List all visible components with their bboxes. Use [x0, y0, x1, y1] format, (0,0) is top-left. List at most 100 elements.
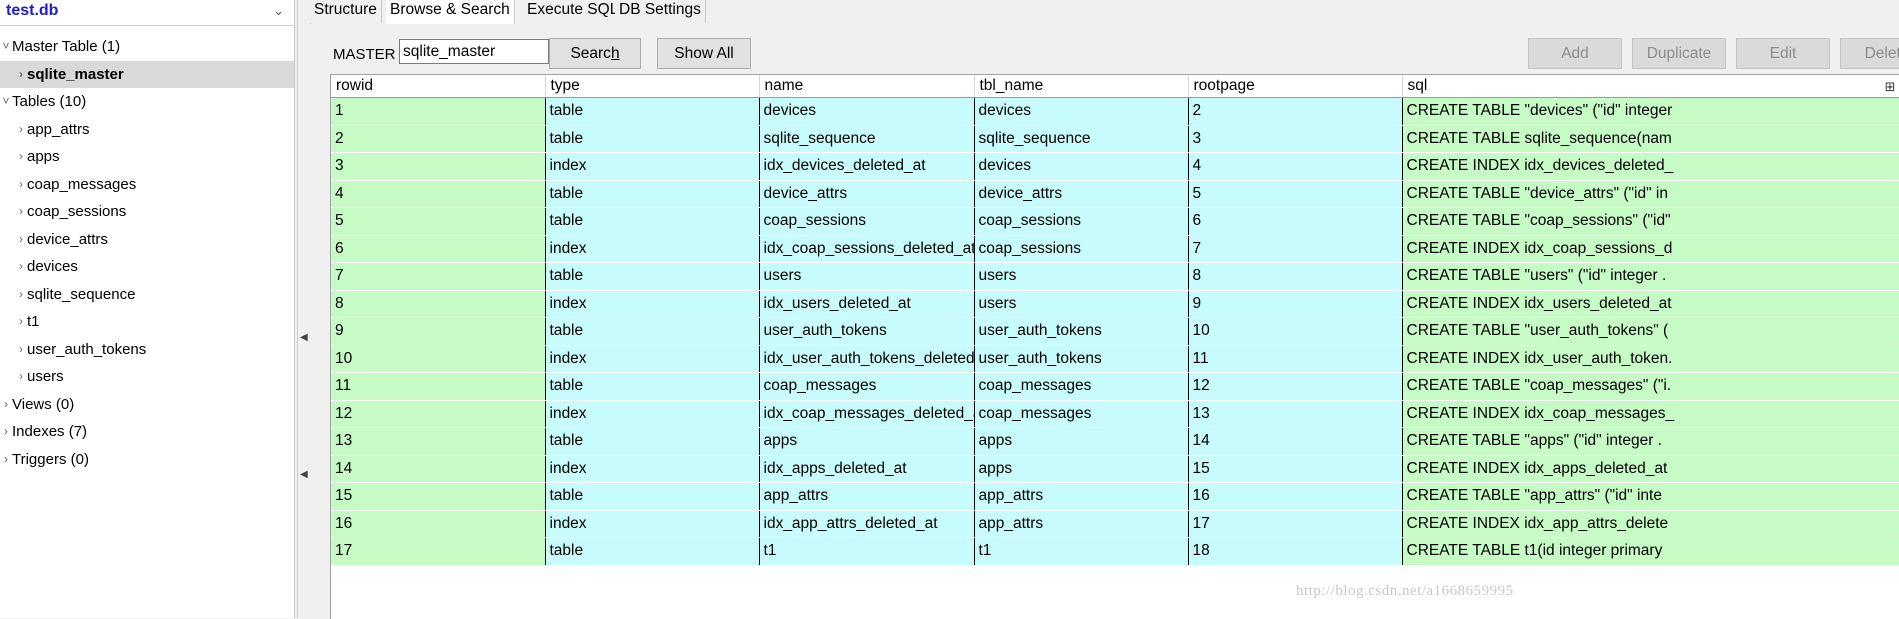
cell-sql[interactable]: CREATE TABLE "device_attrs" ("id" in [1402, 180, 1899, 208]
cell-type[interactable]: table [545, 372, 760, 401]
cell-rowid[interactable]: 5 [331, 207, 546, 236]
table-row[interactable]: 1 table devices devices 2 CREATE TABLE "devic… [331, 97, 1899, 126]
tree-item[interactable]: › users [0, 363, 294, 391]
chevron-right-icon[interactable]: › [15, 253, 27, 281]
chevron-right-icon[interactable]: › [0, 391, 12, 419]
table-row[interactable]: 14 index idx_apps_deleted_at apps 15 CREATE I… [331, 455, 1899, 483]
cell-name[interactable]: app_attrs [759, 482, 975, 511]
column-filter-icon[interactable]: ⊞ [1885, 79, 1896, 95]
chevron-right-icon[interactable]: › [15, 198, 27, 226]
cell-sql[interactable]: CREATE INDEX idx_coap_messages_ [1402, 400, 1899, 428]
cell-rootpage[interactable]: 9 [1188, 290, 1403, 318]
table-row[interactable]: 10 index idx_user_auth_tokens_deleted_at us… [331, 345, 1899, 373]
tree-group[interactable]: ˅ Tables (10) [0, 88, 294, 116]
chevron-right-icon[interactable]: › [0, 418, 12, 446]
column-header-name[interactable]: name [759, 75, 975, 98]
tree-item[interactable]: › apps [0, 143, 294, 171]
cell-tbl_name[interactable]: app_attrs [974, 510, 1189, 538]
tab-execute-sql[interactable]: Execute SQL [523, 0, 624, 23]
cell-sql[interactable]: CREATE INDEX idx_coap_sessions_d [1402, 235, 1899, 263]
cell-rootpage[interactable]: 7 [1188, 235, 1403, 263]
cell-type[interactable]: index [545, 345, 760, 373]
table-row[interactable]: 11 table coap_messages coap_messages 12 CREAT… [331, 372, 1899, 401]
cell-sql[interactable]: CREATE INDEX idx_users_deleted_at [1402, 290, 1899, 318]
table-row[interactable]: 16 index idx_app_attrs_deleted_at app_attrs… [331, 510, 1899, 538]
column-header-rowid[interactable]: rowid [331, 75, 546, 98]
cell-sql[interactable]: CREATE TABLE t1(id integer primary [1402, 537, 1899, 566]
cell-tbl_name[interactable]: coap_messages [974, 400, 1189, 428]
table-row[interactable]: 9 table user_auth_tokens user_auth_tokens 10… [331, 317, 1899, 346]
cell-tbl_name[interactable]: users [974, 290, 1189, 318]
cell-name[interactable]: sqlite_sequence [759, 125, 975, 153]
duplicate-button[interactable]: Duplicate [1632, 38, 1726, 69]
results-grid[interactable]: rowid type name tbl_name rootpage sql ⊞ 1 table… [330, 74, 1899, 619]
cell-sql[interactable]: CREATE TABLE "user_auth_tokens" ( [1402, 317, 1899, 346]
cell-rootpage[interactable]: 5 [1188, 180, 1403, 208]
collapse-left-icon[interactable]: ◀ [300, 332, 308, 343]
tree-group[interactable]: ˅ Master Table (1) [0, 33, 294, 61]
tree-item[interactable]: › devices [0, 253, 294, 281]
tree-group[interactable]: › Triggers (0) [0, 446, 294, 474]
cell-sql[interactable]: CREATE TABLE sqlite_sequence(nam [1402, 125, 1899, 153]
table-row[interactable]: 3 index idx_devices_deleted_at devices 4 CREA… [331, 152, 1899, 181]
cell-name[interactable]: coap_messages [759, 372, 975, 401]
tree-item[interactable]: › sqlite_master [0, 60, 294, 89]
tree-item[interactable]: › t1 [0, 308, 294, 336]
show-all-button[interactable]: Show All [657, 38, 751, 69]
table-row[interactable]: 12 index idx_coap_messages_deleted_at coap_… [331, 400, 1899, 428]
cell-rootpage[interactable]: 2 [1188, 97, 1403, 126]
cell-rootpage[interactable]: 3 [1188, 125, 1403, 153]
chevron-right-icon[interactable]: › [15, 171, 27, 199]
column-header-sql[interactable]: sql ⊞ [1402, 75, 1899, 98]
cell-name[interactable]: apps [759, 427, 975, 456]
tree-item[interactable]: › coap_sessions [0, 198, 294, 226]
cell-tbl_name[interactable]: device_attrs [974, 180, 1189, 208]
cell-type[interactable]: table [545, 482, 760, 511]
chevron-down-icon[interactable]: ⌄ [273, 3, 284, 19]
cell-sql[interactable]: CREATE INDEX idx_user_auth_token. [1402, 345, 1899, 373]
cell-tbl_name[interactable]: apps [974, 455, 1189, 483]
table-row[interactable]: 8 index idx_users_deleted_at users 9 CREATE I… [331, 290, 1899, 318]
cell-type[interactable]: index [545, 290, 760, 318]
cell-rowid[interactable]: 6 [331, 235, 546, 263]
table-row[interactable]: 6 index idx_coap_sessions_deleted_at coap_s… [331, 235, 1899, 263]
edit-button[interactable]: Edit [1736, 38, 1830, 69]
chevron-right-icon[interactable]: › [15, 116, 27, 144]
cell-name[interactable]: device_attrs [759, 180, 975, 208]
tab-browse-search[interactable]: Browse & Search [386, 0, 515, 24]
cell-type[interactable]: table [545, 537, 760, 566]
cell-type[interactable]: table [545, 317, 760, 346]
cell-tbl_name[interactable]: t1 [974, 537, 1189, 566]
cell-type[interactable]: table [545, 427, 760, 456]
cell-tbl_name[interactable]: sqlite_sequence [974, 125, 1189, 153]
tree-item[interactable]: › coap_messages [0, 171, 294, 199]
cell-tbl_name[interactable]: apps [974, 427, 1189, 456]
tab-db-settings[interactable]: DB Settings [615, 0, 706, 23]
tree-group[interactable]: › Indexes (7) [0, 418, 294, 446]
cell-rootpage[interactable]: 8 [1188, 262, 1403, 291]
cell-name[interactable]: idx_apps_deleted_at [759, 455, 975, 483]
cell-tbl_name[interactable]: coap_messages [974, 372, 1189, 401]
cell-tbl_name[interactable]: app_attrs [974, 482, 1189, 511]
cell-sql[interactable]: CREATE INDEX idx_apps_deleted_at [1402, 455, 1899, 483]
cell-rootpage[interactable]: 17 [1188, 510, 1403, 538]
cell-type[interactable]: table [545, 207, 760, 236]
cell-type[interactable]: table [545, 125, 760, 153]
table-row[interactable]: 15 table app_attrs app_attrs 16 CREATE TABLE … [331, 482, 1899, 511]
cell-tbl_name[interactable]: user_auth_tokens [974, 345, 1189, 373]
cell-rootpage[interactable]: 15 [1188, 455, 1403, 483]
cell-type[interactable]: index [545, 400, 760, 428]
cell-sql[interactable]: CREATE TABLE "coap_messages" ("i. [1402, 372, 1899, 401]
cell-tbl_name[interactable]: coap_sessions [974, 235, 1189, 263]
cell-type[interactable]: index [545, 235, 760, 263]
cell-rowid[interactable]: 8 [331, 290, 546, 318]
table-row[interactable]: 7 table users users 8 CREATE TABLE "users" ("… [331, 262, 1899, 291]
database-selector[interactable]: test.db ⌄ [0, 0, 294, 26]
cell-sql[interactable]: CREATE TABLE "app_attrs" ("id" inte [1402, 482, 1899, 511]
cell-rowid[interactable]: 4 [331, 180, 546, 208]
cell-rowid[interactable]: 14 [331, 455, 546, 483]
cell-type[interactable]: table [545, 262, 760, 291]
cell-rowid[interactable]: 10 [331, 345, 546, 373]
cell-rowid[interactable]: 11 [331, 372, 546, 401]
chevron-right-icon[interactable]: › [15, 61, 27, 89]
